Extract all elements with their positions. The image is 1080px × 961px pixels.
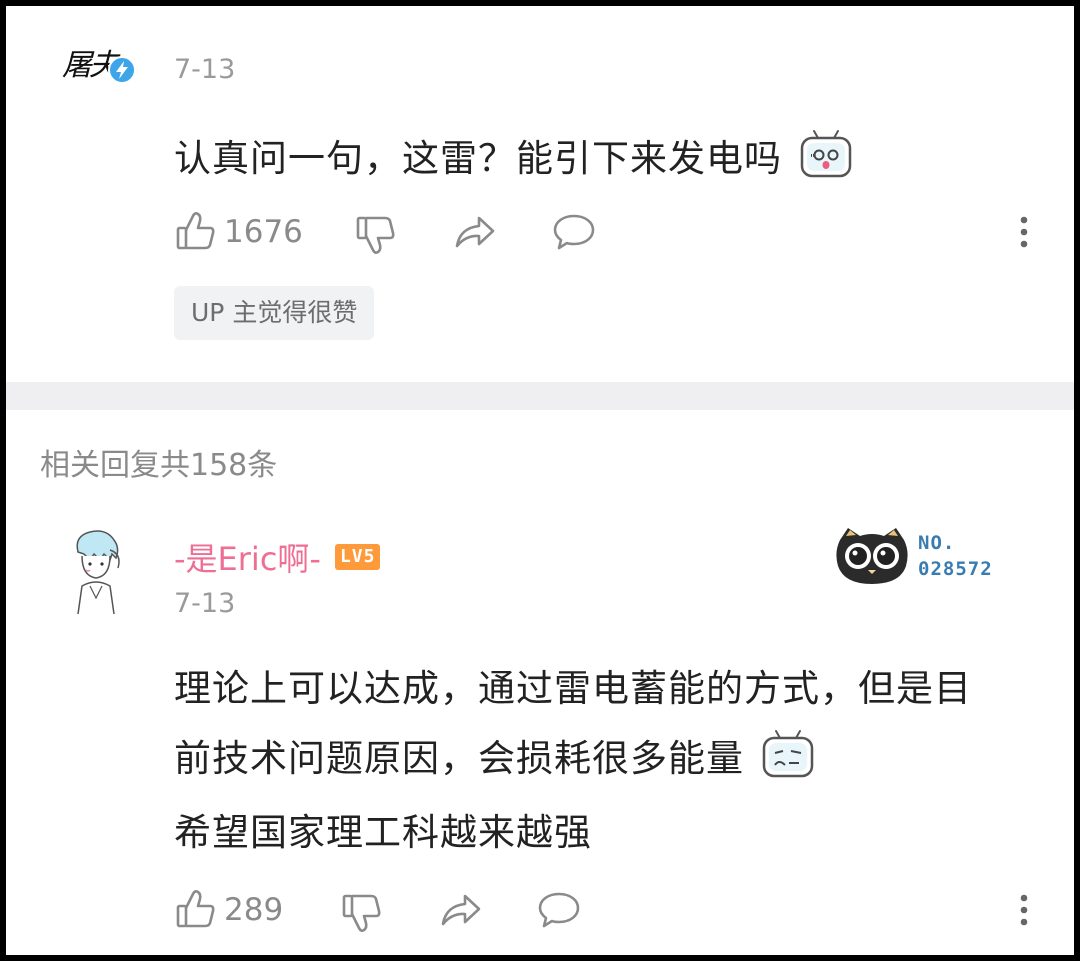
skeptical-tv-emoji-icon [761, 729, 815, 779]
share-button[interactable] [452, 212, 498, 252]
share-icon [438, 890, 484, 930]
reply-user-row: -是Eric啊- LV5 [174, 534, 381, 580]
more-options-button[interactable] [1014, 890, 1034, 930]
comment-content: 认真问一句，这雷？能引下来发电吗 " [174, 128, 853, 182]
reply-count-header: 相关回复共158条 [40, 448, 278, 483]
reply-button[interactable] [551, 212, 597, 252]
avatar[interactable]: 屠夫 [58, 32, 140, 94]
comment-page: 屠夫 7-13 认真问一句，这雷？能引下来发电吗 " 1676 UP 主觉得很赞… [6, 6, 1074, 955]
comment-icon [536, 890, 582, 930]
verified-icon [108, 56, 136, 84]
like-count: 1676 [224, 214, 303, 250]
like-button[interactable]: 1676 [174, 210, 303, 254]
fan-badge[interactable]: NO. 028572 [834, 526, 993, 586]
thumb-down-icon [340, 890, 384, 934]
reply-line-2: 前技术问题原因，会损耗很多能量 [174, 728, 815, 782]
cat-face-icon [834, 526, 910, 586]
section-divider [6, 382, 1074, 410]
level-badge: LV5 [334, 544, 381, 570]
reply-date: 7-13 [174, 588, 236, 619]
fan-badge-number: 028572 [918, 558, 993, 580]
comment-text: 认真问一句，这雷？能引下来发电吗 [174, 137, 782, 180]
share-icon [452, 212, 498, 252]
surprised-tv-emoji-icon: " [799, 129, 853, 179]
comment-date: 7-13 [174, 54, 236, 85]
share-button[interactable] [438, 890, 484, 930]
fan-badge-label: NO. [918, 532, 956, 554]
up-liked-tag: UP 主觉得很赞 [174, 286, 375, 340]
reply-line-3: 希望国家理工科越来越强 [174, 811, 592, 854]
reply-button[interactable] [536, 890, 582, 930]
avatar[interactable] [64, 526, 128, 616]
like-button[interactable]: 289 [174, 888, 283, 932]
more-icon [1014, 890, 1034, 930]
thumb-up-icon [174, 888, 218, 932]
like-count: 289 [224, 892, 284, 928]
thumb-down-icon [354, 212, 398, 256]
reply-line-1: 理论上可以达成，通过雷电蓄能的方式，但是目 [174, 667, 972, 710]
more-options-button[interactable] [1014, 212, 1034, 252]
username-link[interactable]: -是Eric啊- [174, 534, 321, 580]
fan-badge-text: NO. 028572 [918, 530, 993, 582]
comment-icon [551, 212, 597, 252]
reply-line-2-text: 前技术问题原因，会损耗很多能量 [174, 737, 744, 780]
dislike-button[interactable] [354, 212, 398, 256]
more-icon [1014, 212, 1034, 252]
thumb-up-icon [174, 210, 218, 254]
dislike-button[interactable] [340, 890, 384, 934]
